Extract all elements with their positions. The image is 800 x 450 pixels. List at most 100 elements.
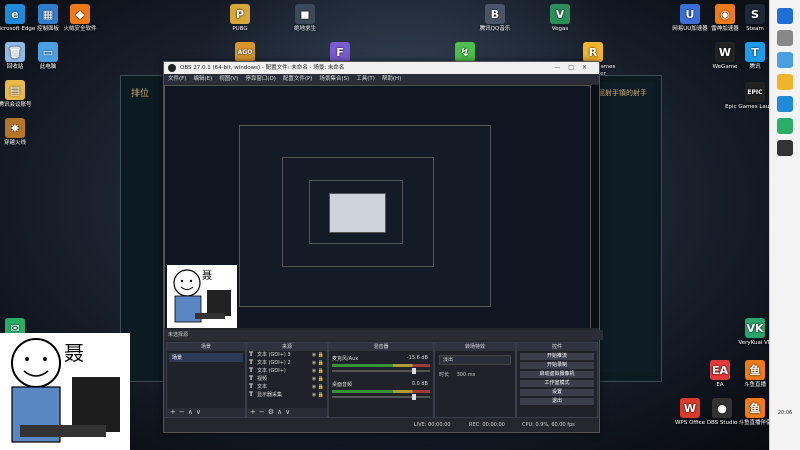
vegas-icon: V xyxy=(550,4,570,24)
source-item[interactable]: T 文本 (GDI+) 3 ◉ 🔒 xyxy=(247,351,327,359)
visibility-lock-icon[interactable]: ◉ 🔒 xyxy=(312,367,324,375)
scenes-toolbar[interactable]: +−∧∨ xyxy=(167,408,245,417)
scene-item[interactable]: 场景 xyxy=(169,353,243,362)
taskbar: 20:06 xyxy=(769,0,800,450)
source-label: 文本 (GDI+) 3 xyxy=(257,352,291,358)
duration-label: 时长 xyxy=(439,372,450,378)
tencent-icon: T xyxy=(745,42,765,62)
menu-item[interactable]: 场景集合(S) xyxy=(319,76,349,82)
desktop-icon[interactable]: P PUBG xyxy=(210,4,270,33)
desktop-icon[interactable]: ▤ 腾讯会议账号 xyxy=(0,80,45,109)
menu-item[interactable]: 文件(F) xyxy=(168,76,186,82)
explorer-icon[interactable] xyxy=(777,74,793,90)
folder-icon: ▤ xyxy=(5,80,25,100)
source-label: 文本 (GDI+) 2 xyxy=(257,360,291,366)
desktop-icon[interactable]: V Vegas xyxy=(530,4,590,33)
menu-item[interactable]: 帮助(H) xyxy=(382,76,401,82)
desktop-icon-label: 绝地求生 xyxy=(293,26,316,32)
sources-toolbar[interactable]: +−⚙∧∨ xyxy=(247,408,327,417)
crossfire-icon: ✸ xyxy=(5,118,25,138)
edge-taskbar-icon[interactable] xyxy=(777,96,793,112)
obs-window[interactable]: OBS 27.0.1 (64-bit, windows) - 配置文件: 未命名… xyxy=(163,61,603,433)
scenes-header: 场景 xyxy=(167,343,245,351)
controls-header: 控件 xyxy=(517,343,597,351)
visibility-lock-icon[interactable]: ◉ 🔒 xyxy=(312,383,324,391)
taskview-icon[interactable] xyxy=(777,52,793,68)
obs-titlebar[interactable]: OBS 27.0.1 (64-bit, windows) - 配置文件: 未命名… xyxy=(164,62,599,74)
desktop-icon-label: PUBG xyxy=(232,26,248,32)
source-type-icon: T xyxy=(249,375,254,382)
avatar-char-large: 聂 xyxy=(64,341,84,365)
control-button[interactable]: 设置 xyxy=(520,389,594,396)
source-item[interactable]: T 文本 (GDI+) ◉ 🔒 xyxy=(247,367,327,375)
desktop-icon-label: 火绒安全软件 xyxy=(63,26,97,32)
pubg-lite-icon: ◼ xyxy=(295,4,315,24)
start-icon[interactable] xyxy=(777,8,793,24)
sources-dock: 来源 T 文本 (GDI+) 3 ◉ 🔒 T 文本 (GDI+) 2 ◉ 🔒 T 文本 (GD… xyxy=(246,342,328,418)
channel-db: 0.0 dB xyxy=(411,381,428,387)
avatar-overlay-small: 聂 xyxy=(167,265,237,328)
desktop-icon-label: 腾讯会议账号 xyxy=(0,102,32,108)
source-label: 文本 xyxy=(257,384,268,390)
control-button[interactable]: 开始推流 xyxy=(520,353,594,360)
wechat-taskbar-icon[interactable] xyxy=(777,118,793,134)
no-source-selected: 未选择源 xyxy=(164,330,603,340)
source-item[interactable]: T 文本 ◉ 🔒 xyxy=(247,383,327,391)
duration-value[interactable]: 300 ms xyxy=(457,372,476,378)
controls-dock: 控件 开始推流开始录制启动虚拟摄像机 工作室模式设置退出 xyxy=(516,342,598,418)
clock[interactable]: 20:06 xyxy=(770,410,800,416)
control-button[interactable]: 启动虚拟摄像机 xyxy=(520,371,594,378)
nested-obs-4 xyxy=(329,193,386,233)
this-pc-icon: ▭ xyxy=(38,42,58,62)
window-controls[interactable]: —□✕ xyxy=(554,62,595,74)
obs-logo-icon xyxy=(168,64,176,72)
desktop-icon-label: 穿越火线 xyxy=(3,140,26,146)
epic-icon: EPIC xyxy=(745,82,765,102)
source-item[interactable]: T 显示器采集 ◉ 🔒 xyxy=(247,391,327,399)
ago-icon: AGO xyxy=(235,42,255,62)
avatar-char-small: 聂 xyxy=(202,271,212,282)
desktop-icon-label: 此电脑 xyxy=(39,64,57,70)
desktop-icon-label: 腾讯QQ音乐 xyxy=(479,26,511,32)
desktop-icon-label: Vegas xyxy=(551,26,569,32)
rockstar-icon: R xyxy=(583,42,603,62)
transitions-header: 转场特效 xyxy=(435,343,515,351)
sources-header: 来源 xyxy=(247,343,327,351)
verykuai-icon: VK xyxy=(745,318,765,338)
desktop-icon[interactable]: ▭ 此电脑 xyxy=(18,42,78,71)
volume-slider[interactable] xyxy=(332,394,430,400)
visibility-lock-icon[interactable]: ◉ 🔒 xyxy=(312,375,324,383)
visibility-lock-icon[interactable]: ◉ 🔒 xyxy=(312,351,324,359)
source-type-icon: T xyxy=(249,383,254,390)
source-type-icon: T xyxy=(249,351,254,358)
menu-item[interactable]: 编辑(E) xyxy=(193,76,212,82)
transition-select[interactable]: 淡出 xyxy=(439,355,511,365)
desktop-icon[interactable]: ◆ 火绒安全软件 xyxy=(50,4,110,33)
source-item[interactable]: T 视频 ◉ 🔒 xyxy=(247,375,327,383)
source-label: 视频 xyxy=(257,376,268,382)
desktop-icon[interactable]: B 腾讯QQ音乐 xyxy=(465,4,525,33)
visibility-lock-icon[interactable]: ◉ 🔒 xyxy=(312,359,324,367)
visibility-lock-icon[interactable]: ◉ 🔒 xyxy=(312,391,324,399)
volume-slider[interactable] xyxy=(332,368,430,374)
menu-item[interactable]: 工具(T) xyxy=(356,76,375,82)
source-item[interactable]: T 文本 (GDI+) 2 ◉ 🔒 xyxy=(247,359,327,367)
menu-item[interactable]: 视图(V) xyxy=(219,76,238,82)
desktop-icon[interactable]: ◼ 绝地求生 xyxy=(275,4,335,33)
desktop-icon[interactable]: ✸ 穿越火线 xyxy=(0,118,45,147)
mixer-header: 混音器 xyxy=(329,343,433,351)
control-button[interactable]: 工作室模式 xyxy=(520,380,594,387)
obs-taskbar-icon[interactable] xyxy=(777,140,793,156)
mixer-channel: 麦克风/Aux -15.6 dB xyxy=(332,355,430,377)
menu-item[interactable]: 配置文件(P) xyxy=(283,76,313,82)
control-button[interactable]: 退出 xyxy=(520,398,594,405)
menu-item[interactable]: 停靠窗口(D) xyxy=(245,76,276,82)
cpu-fps: CPU: 0.9%, 60.00 fps xyxy=(522,422,575,428)
league-title: 排位 xyxy=(131,89,150,99)
transitions-dock: 转场特效 淡出 时长 300 ms xyxy=(434,342,516,418)
search-icon[interactable] xyxy=(777,30,793,46)
avatar-overlay-large: 聂 xyxy=(0,333,130,450)
scenes-dock: 场景 场景 +−∧∨ xyxy=(166,342,246,418)
channel-db: -15.6 dB xyxy=(406,355,428,361)
control-button[interactable]: 开始录制 xyxy=(520,362,594,369)
